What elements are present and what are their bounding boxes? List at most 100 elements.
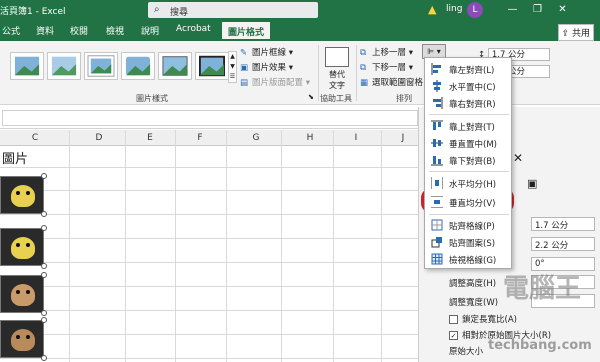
menu-item-align-center[interactable]: 水平置中(C)	[425, 78, 513, 94]
column-header-e[interactable]: E	[140, 133, 160, 143]
search-icon: ⌕	[154, 4, 160, 15]
minimize-button[interactable]: —	[500, 0, 525, 20]
formula-input[interactable]	[2, 110, 418, 126]
resize-handle[interactable]	[41, 355, 47, 361]
menu-item-distribute-horizontal[interactable]: 水平均分(H)	[425, 175, 513, 191]
pane-close-icon[interactable]: ✕	[513, 151, 523, 165]
gridline	[175, 130, 176, 362]
tab-picture-format[interactable]: 圖片格式	[222, 22, 271, 41]
menu-item-label: 水平置中(C)	[449, 83, 496, 93]
menu-item-align-bottom[interactable]: 靠下對齊(B)	[425, 152, 513, 168]
lock-aspect-label: 鎖定長寬比(A)	[462, 315, 517, 325]
watermark-url: techbang.com	[488, 338, 592, 353]
menu-item-align-right[interactable]: 靠右對齊(R)	[425, 95, 513, 111]
distribute-horizontal-icon	[431, 177, 443, 189]
tab-acrobat[interactable]: Acrobat	[176, 24, 211, 34]
tab-review[interactable]: 校閱	[70, 24, 88, 37]
gridline	[69, 130, 70, 362]
resize-handle[interactable]	[41, 310, 47, 316]
picture-style-3[interactable]	[84, 52, 118, 80]
tab-view[interactable]: 檢視	[106, 24, 124, 37]
resize-handle[interactable]	[41, 317, 47, 323]
tab-help[interactable]: 說明	[141, 24, 159, 37]
tab-formulas[interactable]: 公式	[2, 24, 20, 37]
picture-layout-button[interactable]: ▤ 圖片版面配置 ▾	[240, 76, 310, 88]
size-properties-icon[interactable]: ▣	[527, 177, 537, 190]
bring-forward-button[interactable]: ⧉ 上移一層 ▾	[360, 46, 413, 58]
snap-grid-icon	[431, 219, 443, 231]
dialog-launcher-icon[interactable]: ⬊	[308, 93, 314, 101]
column-header-c[interactable]: C	[25, 133, 45, 143]
alt-text-line2: 文字	[329, 81, 345, 90]
alt-text-button[interactable]: 替代 文字	[324, 47, 350, 91]
picture-layout-label: 圖片版面配置	[252, 78, 304, 88]
send-backward-label: 下移一層	[372, 63, 407, 73]
menu-item-align-top[interactable]: 靠上對齊(T)	[425, 118, 513, 134]
close-button[interactable]: ✕	[550, 0, 575, 20]
picture-style-2[interactable]	[47, 52, 81, 80]
picture-style-1[interactable]	[10, 52, 44, 80]
resize-handle[interactable]	[41, 173, 47, 179]
eye	[16, 335, 20, 339]
snap-shape-icon	[431, 237, 442, 248]
search-placeholder: 搜尋	[170, 8, 189, 18]
accessibility-group-label: 協助工具	[320, 94, 352, 103]
tab-data[interactable]: 資料	[36, 24, 54, 37]
checkbox-icon	[449, 315, 458, 324]
column-header-h[interactable]: H	[300, 133, 320, 143]
menu-item-snap-grid[interactable]: 貼齊格線(P)	[425, 217, 513, 233]
selection-pane-button[interactable]: ▦ 選取範圍窗格	[360, 76, 423, 88]
cell-heading[interactable]: 圖片	[2, 148, 28, 167]
search-box[interactable]: ⌕ 搜尋	[148, 2, 318, 18]
layout-icon: ▤	[240, 78, 249, 88]
align-bottom-icon	[431, 156, 443, 166]
menu-item-snap-shape[interactable]: 貼齊圖案(S)	[425, 234, 513, 250]
style-gallery-more[interactable]: ▲ ▼ ☰	[228, 51, 237, 83]
pane-height-input[interactable]: 1.7 公分	[531, 217, 595, 231]
gridline	[0, 190, 418, 191]
resize-handle[interactable]	[41, 272, 47, 278]
resize-handle[interactable]	[41, 211, 47, 217]
user-name[interactable]: ling	[446, 4, 462, 14]
menu-item-distribute-vertical[interactable]: 垂直均分(V)	[425, 194, 513, 210]
column-header-f[interactable]: F	[190, 133, 210, 143]
share-button[interactable]: ⇪ 共用	[557, 24, 594, 41]
picture-style-5[interactable]	[158, 52, 192, 80]
pokemon-image[interactable]	[0, 320, 44, 358]
picture-style-6[interactable]	[195, 52, 229, 80]
pokemon-figure	[11, 185, 35, 207]
align-middle-icon	[431, 139, 443, 147]
pane-width-input[interactable]: 2.2 公分	[531, 237, 595, 251]
resize-handle[interactable]	[41, 225, 47, 231]
menu-item-label: 水平均分(H)	[449, 180, 497, 190]
column-header-g[interactable]: G	[246, 133, 266, 143]
pokemon-image[interactable]	[0, 275, 44, 313]
gridline	[0, 238, 418, 239]
menu-item-align-middle[interactable]: 垂直置中(M)	[425, 135, 513, 151]
picture-effects-button[interactable]: ▣ 圖片效果 ▾	[240, 61, 293, 73]
window-controls: — ❐ ✕	[500, 0, 575, 20]
eye	[26, 335, 30, 339]
menu-item-label: 貼齊格線(P)	[449, 222, 495, 232]
resize-handle[interactable]	[41, 263, 47, 269]
send-backward-icon: ⧉	[360, 63, 367, 73]
eye	[26, 191, 30, 195]
worksheet-grid[interactable]: C D E F G H I J 圖片	[0, 130, 418, 362]
picture-border-button[interactable]: ✎ 圖片框線 ▾	[240, 46, 293, 58]
column-header-j[interactable]: J	[393, 133, 413, 143]
avatar[interactable]: L	[467, 2, 483, 18]
restore-button[interactable]: ❐	[525, 0, 550, 20]
menu-item-align-left[interactable]: 靠左對齊(L)	[425, 61, 513, 77]
menu-item-view-gridlines[interactable]: 檢視格線(G)	[425, 251, 513, 267]
warning-icon[interactable]: ▲	[428, 3, 436, 16]
gridline	[0, 286, 418, 287]
pokemon-image[interactable]	[0, 228, 44, 266]
picture-style-4[interactable]	[121, 52, 155, 80]
send-backward-button[interactable]: ⧉ 下移一層 ▾	[360, 61, 413, 73]
lock-aspect-checkbox[interactable]: 鎖定長寬比(A)	[449, 313, 517, 325]
menu-separator	[429, 171, 509, 172]
column-header-d[interactable]: D	[89, 133, 109, 143]
menu-separator	[429, 214, 509, 215]
pokemon-image[interactable]	[0, 176, 44, 214]
column-header-i[interactable]: I	[346, 133, 366, 143]
